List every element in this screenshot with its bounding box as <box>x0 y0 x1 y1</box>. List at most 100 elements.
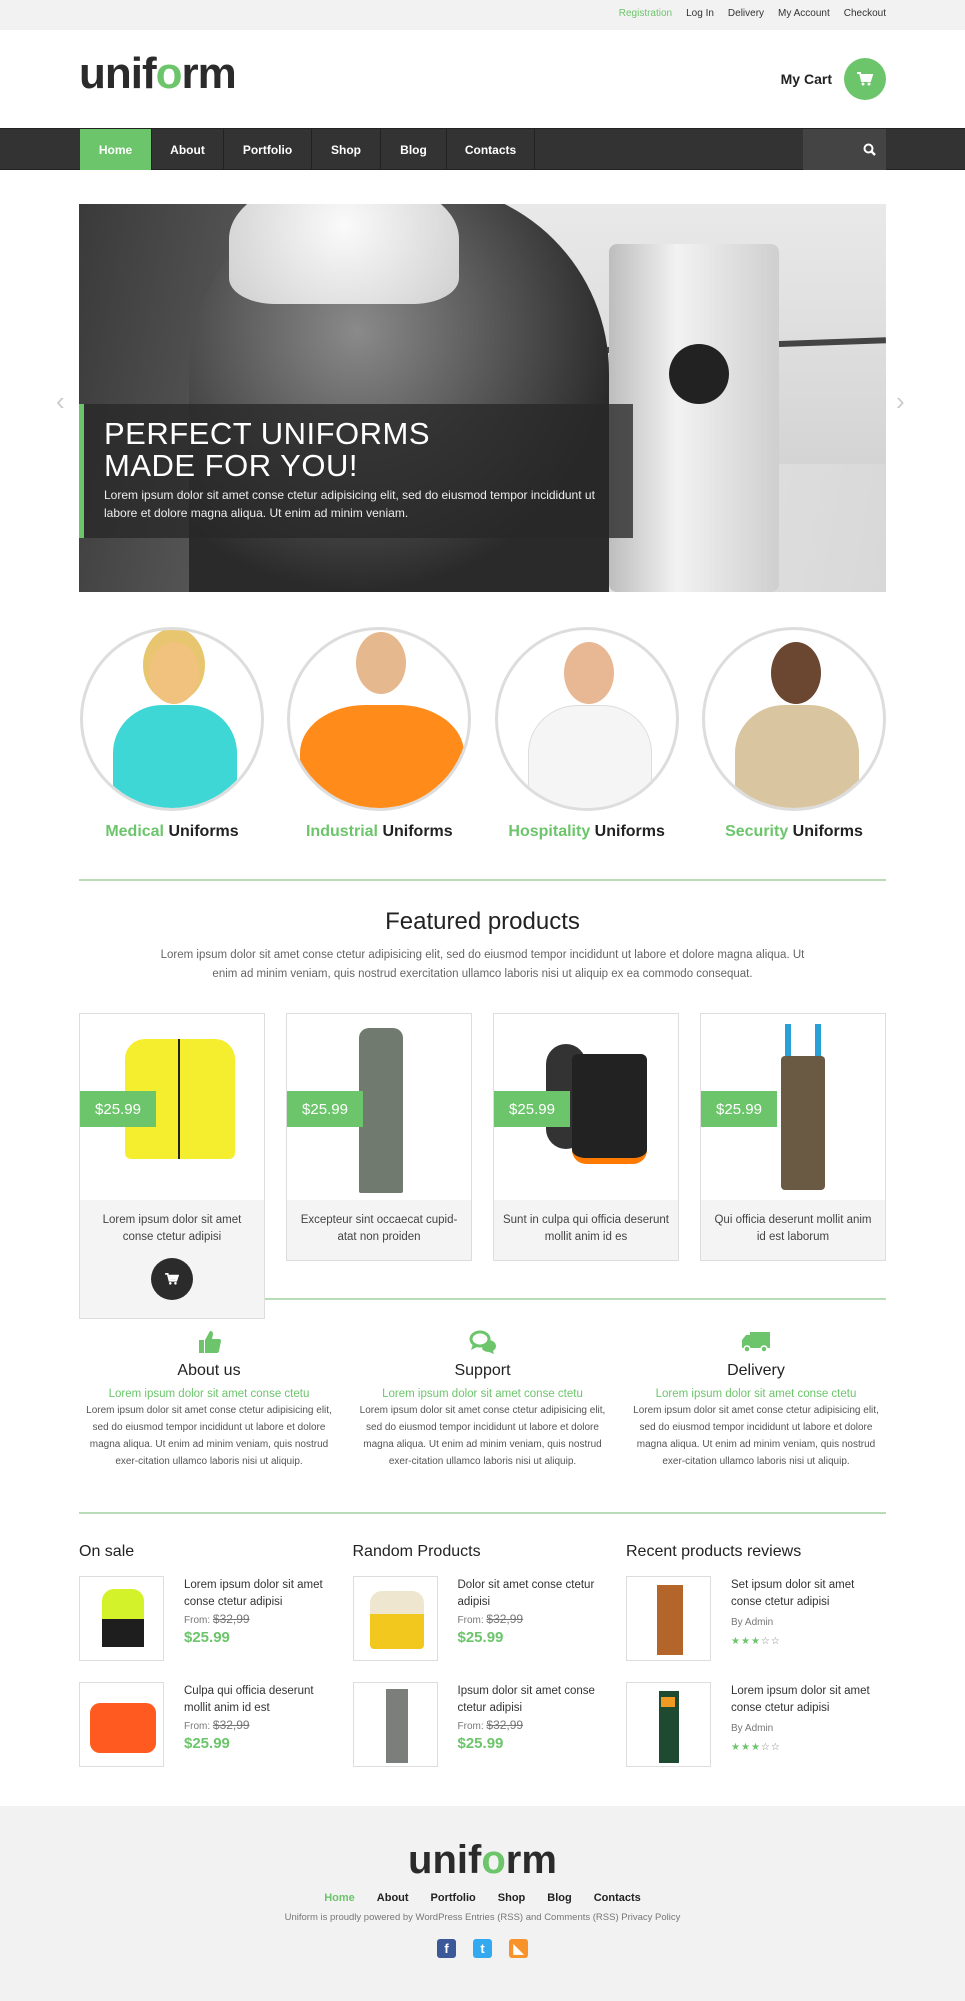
nav-item-home[interactable]: Home <box>80 129 152 170</box>
product-card[interactable]: $25.99 Excepteur sint occaecat cupid-ata… <box>286 1013 472 1261</box>
footer: uniform Home About Portfolio Shop Blog C… <box>0 1806 965 2001</box>
product-name[interactable]: Qui officia deserunt mollit anim id est … <box>709 1212 877 1246</box>
feature-subtitle[interactable]: Lorem ipsum dolor sit amet conse ctetu <box>353 1388 613 1400</box>
facebook-icon[interactable]: f <box>437 1939 456 1958</box>
feature-subtitle[interactable]: Lorem ipsum dolor sit amet conse ctetu <box>79 1388 339 1400</box>
category-industrial[interactable]: Industrial Uniforms <box>287 627 472 841</box>
nav-item-portfolio[interactable]: Portfolio <box>224 129 312 170</box>
footer-nav-blog[interactable]: Blog <box>547 1892 571 1904</box>
list-item[interactable]: Ipsum dolor sit amet conse ctetur adipis… <box>352 1682 613 1767</box>
product-image[interactable]: $25.99 <box>287 1014 471 1200</box>
search-button[interactable] <box>803 129 886 170</box>
cart[interactable]: My Cart <box>781 58 886 100</box>
hero-caption: PERFECT UNIFORMS MADE FOR YOU! Lorem ips… <box>79 404 633 538</box>
item-name[interactable]: Culpa qui officia deserunt mollit anim i… <box>184 1683 339 1717</box>
category-label[interactable]: Industrial Uniforms <box>287 823 471 841</box>
product-name[interactable]: Lorem ipsum dolor sit amet conse ctetur … <box>88 1212 256 1246</box>
product-card[interactable]: $25.99 Lorem ipsum dolor sit amet conse … <box>79 1013 265 1319</box>
list-item[interactable]: Dolor sit amet conse ctetur adipisi From… <box>352 1576 613 1661</box>
item-name[interactable]: Ipsum dolor sit amet conse ctetur adipis… <box>458 1683 613 1717</box>
featured-products: $25.99 Lorem ipsum dolor sit amet conse … <box>79 1013 886 1319</box>
sale-price: $25.99 <box>184 1629 230 1646</box>
person-head-image <box>356 632 407 694</box>
category-medical[interactable]: Medical Uniforms <box>80 627 264 841</box>
list-item[interactable]: Set ipsum dolor sit amet conse ctetur ad… <box>626 1576 886 1661</box>
category-security[interactable]: Security Uniforms <box>701 627 886 841</box>
footer-copyright: Uniform is proudly powered by WordPress … <box>284 1912 681 1923</box>
product-thumbnail[interactable] <box>79 1682 164 1767</box>
list-item[interactable]: Culpa qui officia deserunt mollit anim i… <box>79 1682 339 1767</box>
category-image[interactable] <box>80 627 264 811</box>
footer-nav-shop[interactable]: Shop <box>498 1892 526 1904</box>
category-label[interactable]: Security Uniforms <box>702 823 886 841</box>
product-name[interactable]: Sunt in culpa qui officia deserunt molli… <box>502 1212 670 1246</box>
industrial-jacket-image <box>300 705 465 808</box>
delivery-link[interactable]: Delivery <box>728 8 764 19</box>
twitter-icon[interactable]: t <box>473 1939 492 1958</box>
category-image[interactable] <box>287 627 472 811</box>
category-label[interactable]: Hospitality Uniforms <box>495 823 679 841</box>
registration-link[interactable]: Registration <box>619 8 672 19</box>
footer-nav-about[interactable]: About <box>377 1892 409 1904</box>
checkout-link[interactable]: Checkout <box>844 8 886 19</box>
feature-title: About us <box>177 1362 241 1379</box>
site-logo[interactable]: uniform <box>79 49 237 98</box>
chat-bubbles-icon <box>469 1330 496 1354</box>
nav-item-about[interactable]: About <box>152 129 224 170</box>
add-to-cart-button[interactable] <box>151 1258 193 1300</box>
from-label: From: <box>184 1721 211 1732</box>
from-label: From: <box>457 1721 484 1732</box>
item-name[interactable]: Set ipsum dolor sit amet conse ctetur ad… <box>731 1577 886 1611</box>
footer-logo[interactable]: uniform <box>0 1840 965 1880</box>
footer-nav-home[interactable]: Home <box>324 1892 355 1904</box>
list-title: Recent products reviews <box>626 1543 802 1560</box>
product-image[interactable]: $25.99 <box>80 1014 264 1200</box>
cart-button[interactable] <box>844 58 886 100</box>
search-icon <box>863 143 876 156</box>
price-tag: $25.99 <box>494 1091 570 1127</box>
feature-title: Delivery <box>727 1362 785 1379</box>
slider-prev-arrow[interactable]: ‹ <box>56 388 65 414</box>
main-nav: Home About Portfolio Shop Blog Contacts <box>0 128 965 170</box>
product-thumbnail[interactable] <box>626 1576 711 1661</box>
nav-item-shop[interactable]: Shop <box>312 129 381 170</box>
item-name[interactable]: Dolor sit amet conse ctetur adipisi <box>458 1577 613 1611</box>
my-account-link[interactable]: My Account <box>778 8 830 19</box>
product-thumbnail[interactable] <box>626 1682 711 1767</box>
category-image[interactable] <box>494 627 679 811</box>
cart-label[interactable]: My Cart <box>781 71 832 87</box>
product-name[interactable]: Excepteur sint occaecat cupid-atat non p… <box>295 1212 463 1246</box>
old-price: $32,99 <box>212 1718 250 1732</box>
product-thumbnail[interactable] <box>352 1576 438 1661</box>
feature-subtitle[interactable]: Lorem ipsum dolor sit amet conse ctetu <box>626 1388 886 1400</box>
product-thumbnail[interactable] <box>79 1576 164 1661</box>
logo-text-end: rm <box>181 49 237 98</box>
price-tag: $25.99 <box>80 1091 156 1127</box>
category-image[interactable] <box>701 627 886 811</box>
product-thumbnail[interactable] <box>352 1682 438 1767</box>
security-shirt-image <box>734 705 859 808</box>
product-image[interactable]: $25.99 <box>701 1014 885 1200</box>
rss-icon[interactable]: ◣ <box>509 1939 528 1958</box>
orange-jacket-image <box>90 1703 156 1753</box>
login-link[interactable]: Log In <box>686 8 714 19</box>
nav-item-contacts[interactable]: Contacts <box>447 129 535 170</box>
footer-nav-portfolio[interactable]: Portfolio <box>431 1892 476 1904</box>
medical-scrubs-image <box>113 705 237 808</box>
product-card[interactable]: $25.99 Sunt in culpa qui officia deserun… <box>493 1013 679 1261</box>
featured-title: Featured products <box>385 908 580 935</box>
category-label[interactable]: Medical Uniforms <box>80 823 264 841</box>
product-card[interactable]: $25.99 Qui officia deserunt mollit anim … <box>700 1013 886 1261</box>
item-name[interactable]: Lorem ipsum dolor sit amet conse ctetur … <box>731 1683 886 1717</box>
footer-nav-contacts[interactable]: Contacts <box>594 1892 641 1904</box>
list-item[interactable]: Lorem ipsum dolor sit amet conse ctetur … <box>626 1682 886 1767</box>
item-name[interactable]: Lorem ipsum dolor sit amet conse ctetur … <box>184 1577 339 1611</box>
parka-bottom <box>102 1619 144 1647</box>
slider-next-arrow[interactable]: › <box>896 388 905 414</box>
product-image[interactable]: $25.99 <box>494 1014 678 1200</box>
logo-text-end: rm <box>505 1838 557 1882</box>
list-item[interactable]: Lorem ipsum dolor sit amet conse ctetur … <box>79 1576 339 1661</box>
hero-lens-image <box>669 344 729 404</box>
nav-item-blog[interactable]: Blog <box>381 129 447 170</box>
category-hospitality[interactable]: Hospitality Uniforms <box>494 627 679 841</box>
